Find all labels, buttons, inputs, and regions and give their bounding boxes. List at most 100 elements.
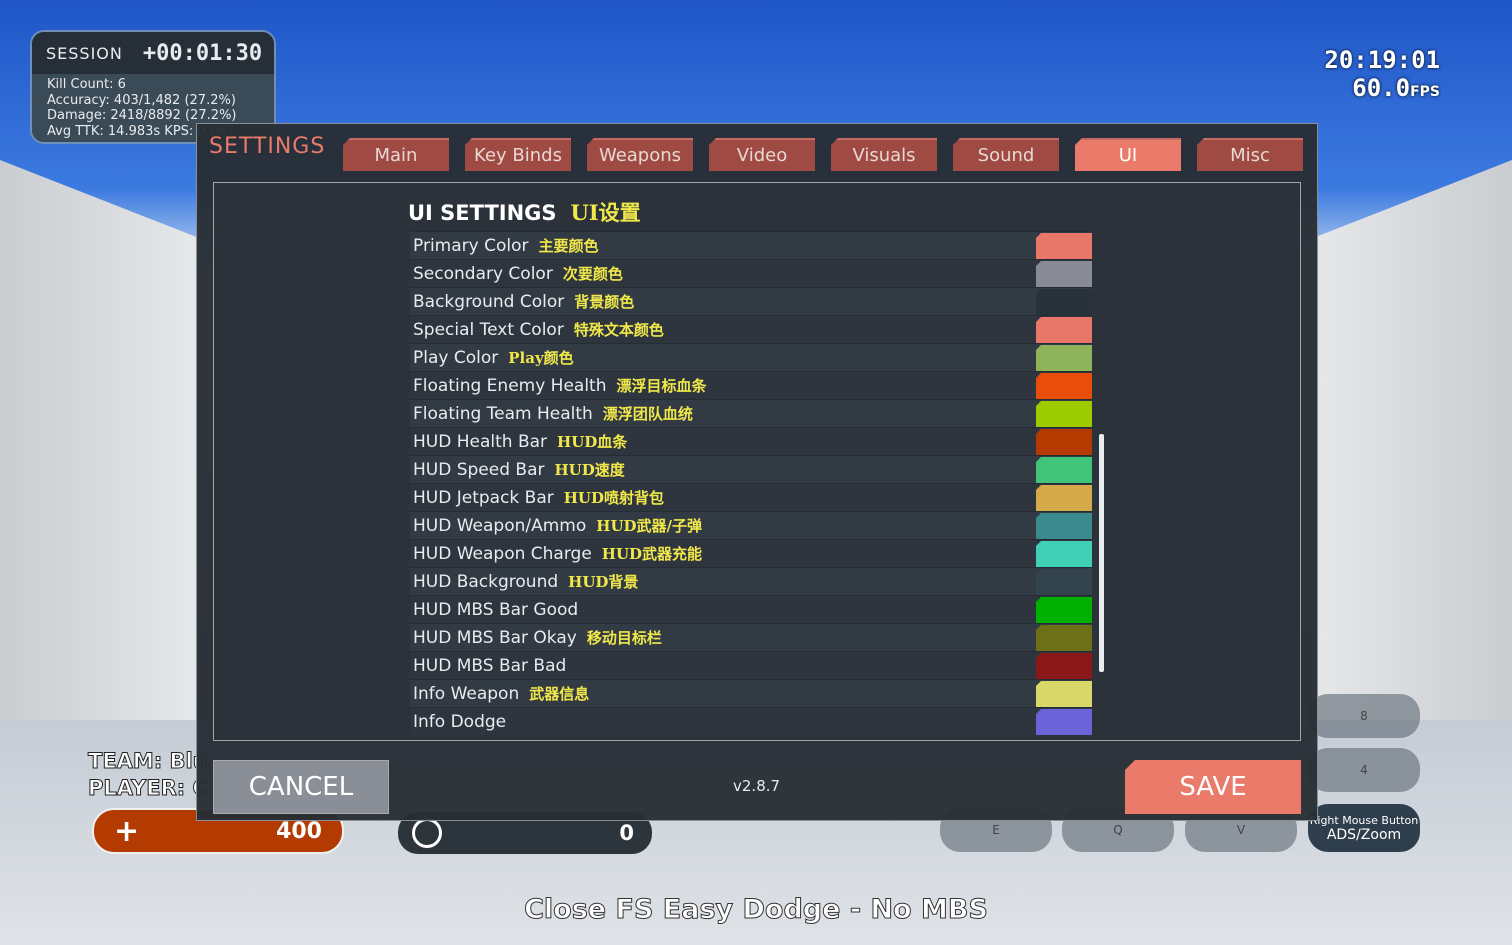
setting-name-cn: HUD血条: [557, 433, 628, 451]
setting-name: Info Dodge: [413, 711, 507, 732]
settings-panel: SETTINGS Main Key Binds Weapons Video Vi…: [196, 123, 1318, 821]
right-wall: [1312, 160, 1512, 720]
setting-name: HUD Background: [413, 571, 559, 592]
left-wall: [0, 160, 200, 720]
color-swatch[interactable]: [1036, 625, 1092, 651]
setting-name-cn: 移动目标栏: [586, 629, 662, 647]
color-setting-row: Primary Color 主要颜色: [410, 231, 1092, 259]
accuracy: Accuracy: 403/1,482 (27.2%): [47, 92, 236, 108]
color-swatch[interactable]: [1036, 401, 1092, 427]
setting-name: Special Text Color: [413, 319, 564, 340]
setting-name: Floating Enemy Health: [413, 375, 607, 396]
speed-value: 0: [619, 821, 634, 845]
color-setting-row: HUD Background HUD背景: [410, 567, 1092, 595]
keybind-4: 4: [1308, 748, 1420, 792]
color-setting-row: Secondary Color 次要颜色: [410, 259, 1092, 287]
setting-name-cn: HUD速度: [554, 461, 625, 479]
player-label: PLAYER: C: [88, 776, 209, 801]
setting-name: HUD Weapon Charge: [413, 543, 592, 564]
color-swatch[interactable]: [1036, 457, 1092, 483]
setting-name-cn: 特殊文本颜色: [573, 321, 664, 339]
tab-ui[interactable]: UI: [1075, 138, 1181, 171]
color-setting-row: HUD Jetpack Bar HUD喷射背包: [410, 483, 1092, 511]
speedometer-icon: [412, 818, 442, 848]
color-swatch[interactable]: [1036, 569, 1092, 595]
color-swatch[interactable]: [1036, 345, 1092, 371]
settings-tabs: Main Key Binds Weapons Video Visuals Sou…: [343, 138, 1303, 171]
tab-video[interactable]: Video: [709, 138, 815, 171]
color-swatch[interactable]: [1036, 513, 1092, 539]
setting-name-cn: 漂浮团队血统: [602, 405, 693, 423]
color-swatch[interactable]: [1036, 681, 1092, 707]
tab-weapons[interactable]: Weapons: [587, 138, 693, 171]
color-setting-row: HUD MBS Bar Good: [410, 595, 1092, 623]
color-setting-row: Floating Team Health 漂浮团队血统: [410, 399, 1092, 427]
section-title: UI SETTINGS UI设置: [408, 200, 641, 225]
clock-time: 20:19:01: [1324, 46, 1440, 74]
setting-name: HUD MBS Bar Bad: [413, 655, 567, 676]
color-swatch[interactable]: [1036, 485, 1092, 511]
session-label: SESSION: [46, 43, 123, 63]
fps-unit: FPS: [1410, 84, 1440, 100]
setting-name: HUD Jetpack Bar: [413, 487, 554, 508]
setting-name: Background Color: [413, 291, 565, 312]
setting-name-cn: HUD武器充能: [601, 545, 703, 563]
clock: 20:19:01 60.0FPS: [1324, 46, 1440, 106]
color-swatch[interactable]: [1036, 317, 1092, 343]
color-setting-row: HUD Weapon Charge HUD武器充能: [410, 539, 1092, 567]
tab-misc[interactable]: Misc: [1197, 138, 1303, 171]
setting-name-cn: HUD喷射背包: [563, 489, 664, 507]
setting-name: Info Weapon: [413, 683, 520, 704]
setting-name-cn: 背景颜色: [574, 293, 635, 311]
setting-name: HUD MBS Bar Okay: [413, 627, 577, 648]
cancel-button[interactable]: CANCEL: [213, 760, 389, 814]
fps-value: 60.0: [1352, 74, 1411, 102]
color-setting-row: Info Dodge: [410, 707, 1092, 735]
scrollbar[interactable]: [1099, 434, 1104, 672]
setting-name-cn: 次要颜色: [562, 265, 623, 283]
tab-visuals[interactable]: Visuals: [831, 138, 937, 171]
color-setting-row: Info Weapon 武器信息: [410, 679, 1092, 707]
setting-name: Secondary Color: [413, 263, 553, 284]
color-swatch[interactable]: [1036, 597, 1092, 623]
color-swatch[interactable]: [1036, 261, 1092, 287]
setting-name: HUD Speed Bar: [413, 459, 545, 480]
color-setting-row: HUD Speed Bar HUD速度: [410, 455, 1092, 483]
setting-name-cn: Play颜色: [508, 349, 574, 367]
color-swatch[interactable]: [1036, 709, 1092, 735]
save-button[interactable]: SAVE: [1125, 760, 1301, 814]
color-setting-row: Special Text Color 特殊文本颜色: [410, 315, 1092, 343]
damage: Damage: 2418/8892 (27.2%): [47, 108, 237, 123]
tab-sound[interactable]: Sound: [953, 138, 1059, 171]
color-swatch[interactable]: [1036, 373, 1092, 399]
version-label: v2.8.7: [733, 777, 781, 795]
tab-main[interactable]: Main: [343, 138, 449, 171]
session-timer: +00:01:30: [142, 40, 263, 66]
setting-name-cn: 漂浮目标血条: [616, 377, 707, 395]
health-value: 400: [276, 818, 322, 844]
color-setting-row: HUD MBS Bar Okay 移动目标栏: [410, 623, 1092, 651]
setting-name: Floating Team Health: [413, 403, 593, 424]
settings-title: SETTINGS: [209, 134, 326, 159]
setting-name: Primary Color: [413, 235, 529, 256]
color-setting-row: HUD MBS Bar Bad: [410, 651, 1092, 679]
keybind-8: 8: [1308, 694, 1420, 738]
setting-name: Play Color: [413, 347, 499, 368]
tab-key-binds[interactable]: Key Binds: [465, 138, 571, 171]
color-swatch[interactable]: [1036, 233, 1092, 259]
setting-name-cn: 主要颜色: [538, 237, 599, 255]
color-setting-row: HUD Weapon/Ammo HUD武器/子弹: [410, 511, 1092, 539]
setting-name: HUD Health Bar: [413, 431, 548, 452]
color-swatch[interactable]: [1036, 429, 1092, 455]
section-title-cn: UI设置: [570, 200, 641, 225]
map-name: Close FS Easy Dodge - No MBS: [524, 894, 989, 926]
ui-settings-content: UI SETTINGS UI设置 Primary Color 主要颜色 Seconda…: [213, 182, 1301, 741]
team-info: TEAM: Blu PLAYER: C: [88, 748, 209, 802]
team-label: TEAM: Blu: [88, 749, 209, 774]
color-setting-row: Play Color Play颜色: [410, 343, 1092, 371]
color-swatch[interactable]: [1036, 541, 1092, 567]
setting-name: HUD MBS Bar Good: [413, 599, 579, 620]
color-setting-row: Floating Enemy Health 漂浮目标血条: [410, 371, 1092, 399]
color-swatch[interactable]: [1036, 653, 1092, 679]
color-swatch[interactable]: [1036, 289, 1092, 315]
